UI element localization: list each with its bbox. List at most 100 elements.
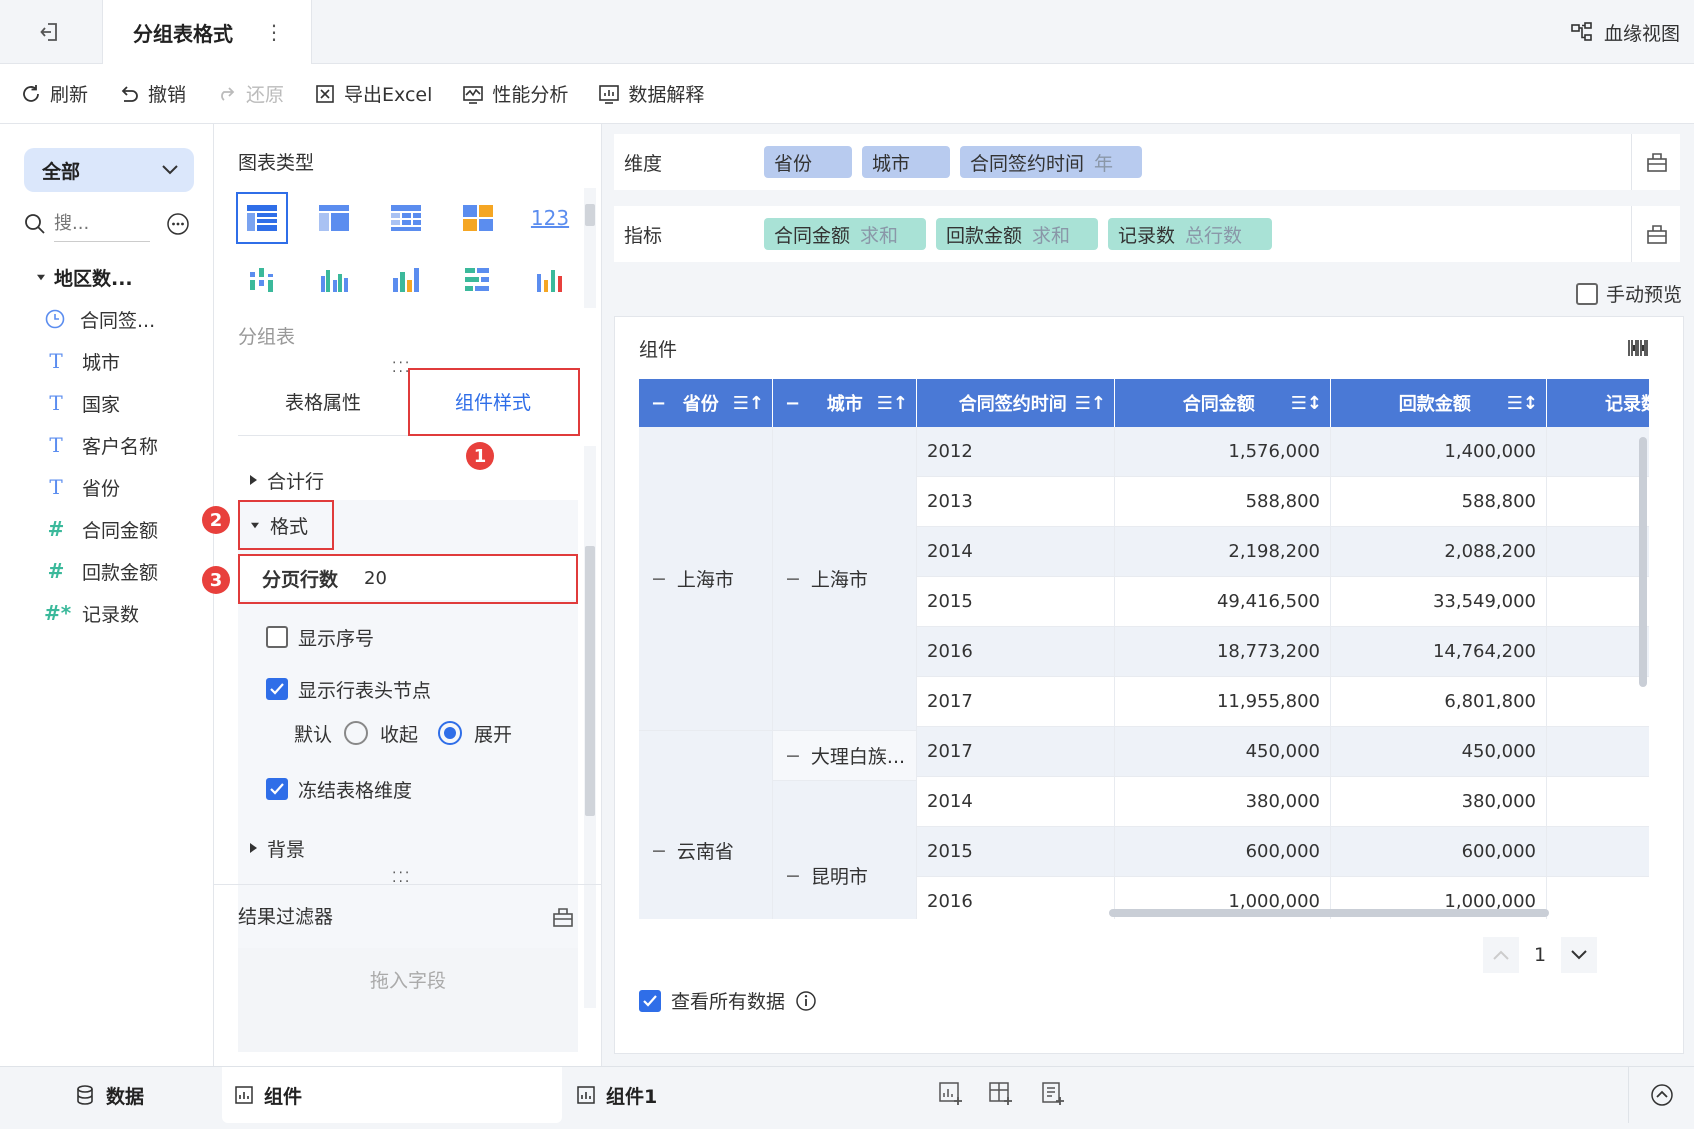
exit-icon[interactable] bbox=[30, 18, 70, 46]
barcode-icon[interactable] bbox=[1627, 337, 1649, 364]
combo-chart-type-icon[interactable] bbox=[524, 254, 576, 306]
field-item[interactable]: # 回款金额 bbox=[44, 556, 158, 586]
sort-icon[interactable]: ☰↕ bbox=[1291, 393, 1322, 414]
style-panel-scrollbar[interactable] bbox=[584, 446, 596, 1008]
group-cell-city[interactable]: − 上海市 bbox=[773, 427, 917, 731]
sort-icon[interactable]: ☰↕ bbox=[1507, 393, 1538, 414]
field-item[interactable]: T 城市 bbox=[44, 346, 120, 376]
cross-table-type-icon[interactable] bbox=[380, 192, 432, 244]
freeze-dims-checkbox[interactable] bbox=[266, 778, 288, 800]
undo-button[interactable]: 撤销 bbox=[118, 80, 186, 107]
refresh-button[interactable]: 刷新 bbox=[20, 80, 88, 107]
header-collapse-icon[interactable]: − bbox=[651, 393, 666, 414]
filter-settings-icon[interactable] bbox=[552, 906, 574, 933]
section-background[interactable]: 背景 bbox=[238, 828, 578, 868]
collapse-minus-icon[interactable]: − bbox=[651, 568, 667, 590]
dim-pill-city[interactable]: 城市 bbox=[862, 146, 950, 178]
metric-settings-icon[interactable] bbox=[1631, 206, 1668, 262]
add-story-icon[interactable] bbox=[1040, 1081, 1066, 1112]
sort-icon[interactable]: ☰↑ bbox=[1075, 393, 1106, 414]
field-item[interactable]: T 国家 bbox=[44, 388, 120, 418]
view-all-checkbox[interactable] bbox=[639, 989, 661, 1012]
sort-icon[interactable]: ☰↑ bbox=[877, 393, 908, 414]
vertical-scrollbar[interactable] bbox=[1639, 437, 1647, 687]
collapse-minus-icon[interactable]: − bbox=[785, 568, 801, 590]
manual-preview-checkbox[interactable] bbox=[1575, 282, 1598, 305]
group-cell-city[interactable]: − 昆明市 bbox=[773, 781, 917, 919]
field-item[interactable]: #* 记录数 bbox=[44, 598, 139, 628]
grouped-bar-type-icon[interactable] bbox=[308, 254, 360, 306]
component-tab[interactable]: 组件 bbox=[222, 1067, 562, 1123]
header-payback[interactable]: 回款金额 ☰↕ bbox=[1331, 379, 1547, 427]
field-search-input[interactable] bbox=[54, 206, 150, 242]
data-tab[interactable]: 数据 bbox=[74, 1067, 214, 1123]
group-cell-city[interactable]: − 大理白族... bbox=[773, 731, 917, 781]
kpi-card-type-icon[interactable] bbox=[452, 192, 504, 244]
dimension-settings-icon[interactable] bbox=[1631, 134, 1668, 190]
performance-analysis-button[interactable]: 性能分析 bbox=[462, 80, 568, 107]
radio-expand[interactable] bbox=[438, 721, 463, 745]
field-item[interactable]: # 合同金额 bbox=[44, 514, 158, 544]
page-down-button[interactable] bbox=[1561, 937, 1597, 973]
collapse-minus-icon[interactable]: − bbox=[785, 745, 801, 767]
more-horizontal-icon[interactable] bbox=[166, 212, 190, 236]
view-all-data-option[interactable]: 查看所有数据 bbox=[639, 987, 817, 1014]
collapse-minus-icon[interactable]: − bbox=[651, 840, 667, 862]
horizontal-bar-type-icon[interactable] bbox=[452, 254, 504, 306]
field-item[interactable]: 合同签... bbox=[44, 304, 155, 334]
collapse-minus-icon[interactable]: − bbox=[785, 865, 801, 887]
field-item[interactable]: T 客户名称 bbox=[44, 430, 158, 460]
table-cell-payback: 380,000 bbox=[1331, 777, 1547, 827]
scatter-bar-type-icon[interactable] bbox=[236, 254, 288, 306]
dim-pill-contract-time[interactable]: 合同签约时间年 bbox=[960, 146, 1142, 178]
lineage-view-button[interactable]: 血缘视图 bbox=[1570, 16, 1680, 48]
sort-icon[interactable]: ☰↑ bbox=[733, 393, 764, 414]
group-table-type-icon[interactable] bbox=[236, 192, 288, 244]
field-label: 合同金额 bbox=[82, 519, 159, 542]
header-collapse-icon[interactable]: − bbox=[785, 393, 800, 414]
field-item[interactable]: T 省份 bbox=[44, 472, 120, 502]
group-cell-province[interactable]: − 云南省 bbox=[639, 731, 773, 919]
show-index-checkbox[interactable] bbox=[266, 626, 288, 648]
tab-table-properties[interactable]: 表格属性 bbox=[238, 366, 408, 436]
freeze-dims-option[interactable]: 冻结表格维度 bbox=[238, 772, 578, 806]
header-province[interactable]: − 省份 ☰↑ bbox=[639, 379, 773, 427]
detail-table-type-icon[interactable] bbox=[308, 192, 360, 244]
collapse-bar-button[interactable] bbox=[1628, 1067, 1694, 1123]
add-dashboard-icon[interactable] bbox=[988, 1081, 1014, 1112]
section-total-row[interactable]: 合计行 bbox=[238, 460, 578, 500]
table-cell-year: 2014 bbox=[917, 527, 1115, 577]
database-icon bbox=[77, 1085, 93, 1105]
step-badge-2-text: 2 bbox=[209, 509, 223, 531]
show-header-node-checkbox[interactable] bbox=[266, 678, 288, 700]
scope-select[interactable]: 全部 bbox=[24, 148, 194, 192]
add-component-icon[interactable] bbox=[938, 1081, 964, 1112]
bar-chart-type-icon[interactable] bbox=[380, 254, 432, 306]
pill-name: 回款金额 bbox=[946, 224, 1023, 247]
dim-pill-province[interactable]: 省份 bbox=[764, 146, 852, 178]
chart-type-scrollbar[interactable] bbox=[584, 188, 596, 308]
horizontal-scrollbar[interactable] bbox=[1109, 909, 1549, 917]
show-index-option[interactable]: 显示序号 bbox=[238, 620, 578, 654]
metric-pill-amount[interactable]: 合同金额 求和 bbox=[764, 218, 926, 250]
component1-tab[interactable]: 组件1 bbox=[576, 1067, 716, 1123]
show-header-node-option[interactable]: 显示行表头节点 bbox=[238, 672, 578, 706]
group-cell-province[interactable]: − 上海市 bbox=[639, 427, 773, 731]
export-excel-button[interactable]: 导出Excel bbox=[314, 80, 432, 107]
header-amount[interactable]: 合同金额 ☰↕ bbox=[1115, 379, 1331, 427]
more-vertical-icon[interactable]: ⋮ bbox=[262, 18, 286, 46]
header-city[interactable]: − 城市 ☰↑ bbox=[773, 379, 917, 427]
filter-drop-zone[interactable]: 拖入字段 bbox=[238, 948, 578, 1052]
radio-collapse[interactable] bbox=[344, 721, 369, 745]
metric-pill-payback[interactable]: 回款金额 求和 bbox=[936, 218, 1098, 250]
data-explain-button[interactable]: 数据解释 bbox=[598, 80, 704, 107]
header-year[interactable]: 合同签约时间 ☰↑ bbox=[917, 379, 1115, 427]
redo-button[interactable]: 还原 bbox=[216, 80, 284, 107]
manual-preview-option[interactable]: 手动预览 bbox=[1575, 280, 1682, 307]
metric-pill-count[interactable]: 记录数 总行数 bbox=[1108, 218, 1272, 250]
info-icon[interactable] bbox=[795, 990, 817, 1012]
page-up-button[interactable] bbox=[1483, 937, 1519, 973]
header-count[interactable]: 记录数 bbox=[1547, 379, 1649, 427]
number-type-icon[interactable]: 123 bbox=[524, 192, 576, 244]
dataset-node[interactable]: 地区数... bbox=[36, 264, 133, 291]
